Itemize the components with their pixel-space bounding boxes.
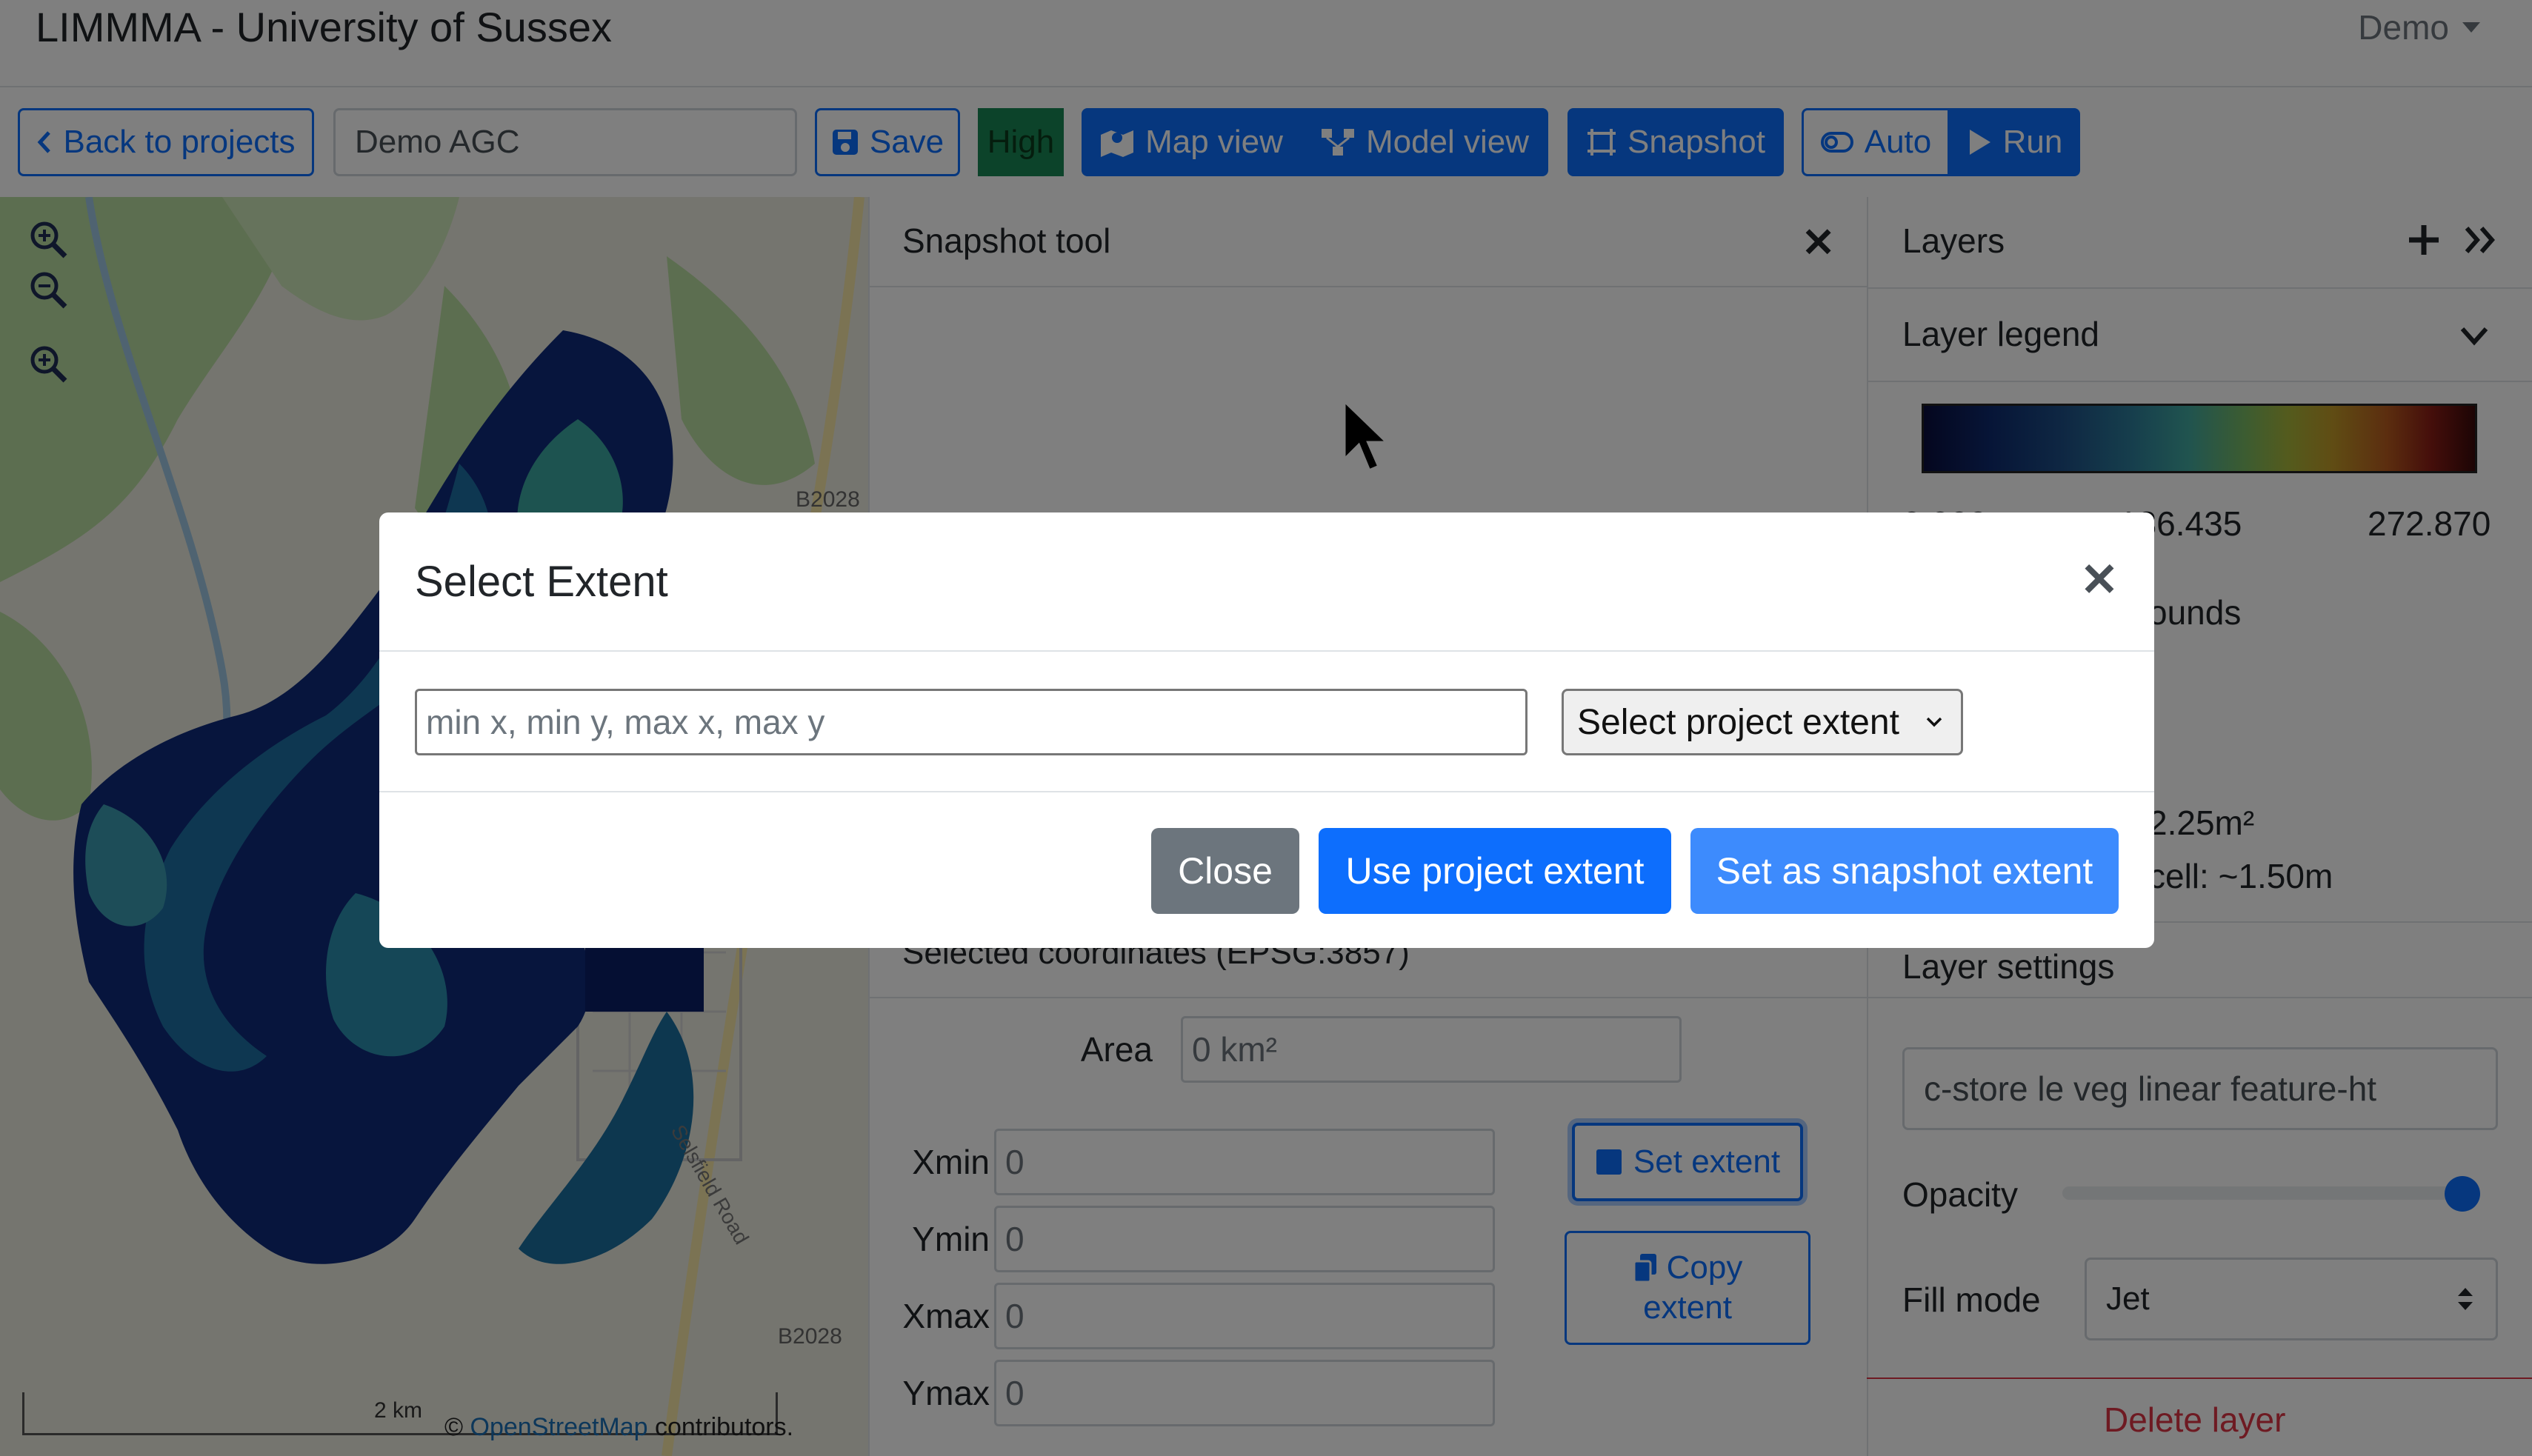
extent-input[interactable]: min x, min y, max x, max y — [415, 689, 1527, 755]
chevron-down-icon — [1926, 717, 1942, 727]
set-snapshot-extent-button[interactable]: Set as snapshot extent — [1690, 828, 2119, 914]
project-extent-select-value: Select project extent — [1577, 702, 1899, 742]
close-button[interactable]: Close — [1151, 828, 1299, 914]
use-project-extent-button[interactable]: Use project extent — [1319, 828, 1671, 914]
divider — [379, 791, 2154, 792]
close-icon[interactable]: ✕ — [2080, 552, 2119, 607]
divider — [379, 650, 2154, 652]
project-extent-select[interactable]: Select project extent — [1562, 689, 1963, 755]
extent-input-placeholder: min x, min y, max x, max y — [426, 703, 825, 741]
modal-title: Select Extent — [415, 558, 668, 606]
